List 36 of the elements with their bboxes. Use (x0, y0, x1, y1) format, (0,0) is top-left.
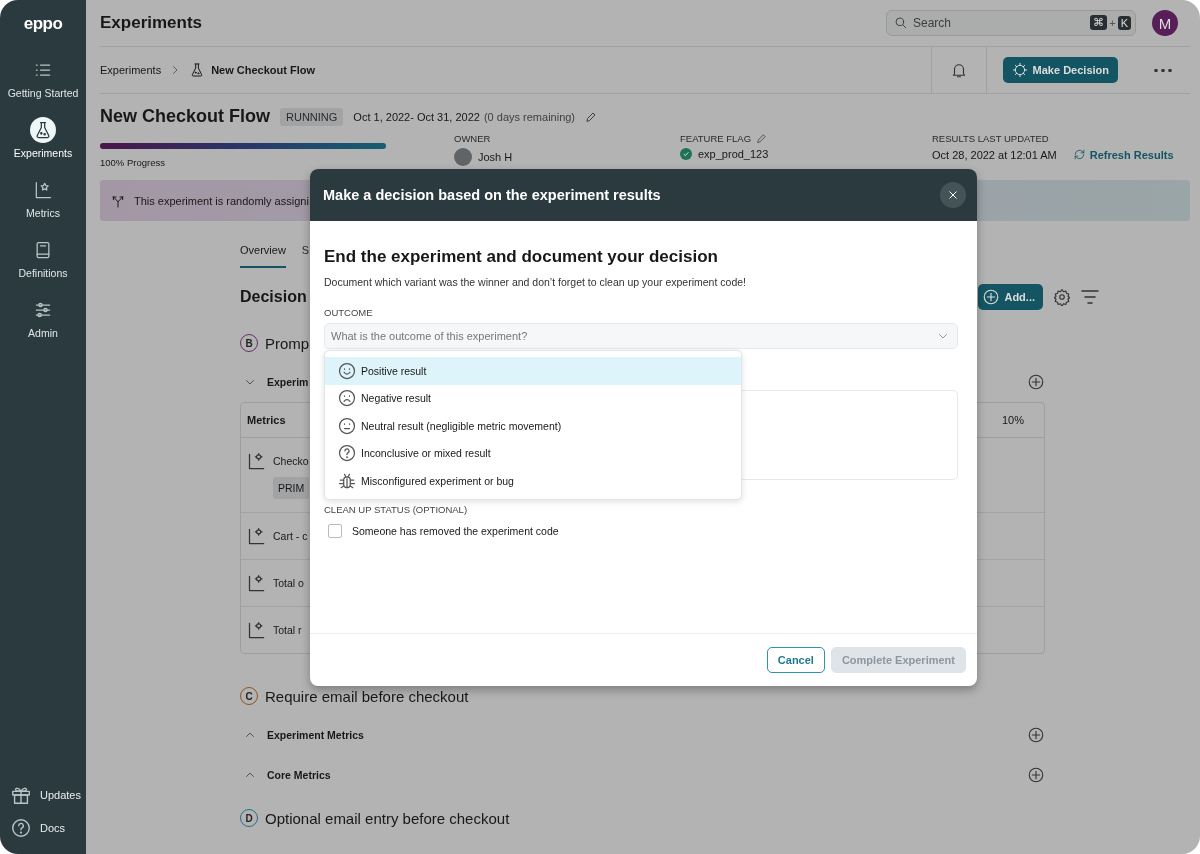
cleanup-label: CLEAN UP STATUS (OPTIONAL) (324, 504, 469, 515)
page-title: Experiments (100, 13, 203, 33)
table-header: Metrics (247, 414, 286, 426)
dialog-heading: End the experiment and document your decision (324, 247, 719, 267)
breadcrumb-current: New Checkout Flow (211, 64, 316, 76)
date-range: Oct 1, 2022- Oct 31, 2022 (353, 110, 480, 123)
variant-name: Promp (265, 334, 310, 352)
metric-tag: PRIM (273, 477, 310, 499)
progress-label: 100% Progress (100, 157, 166, 168)
metric-name: Total r (273, 624, 302, 636)
results-label: RESULTS LAST UPDATED (932, 133, 1049, 144)
owner-name: Josh H (478, 151, 513, 163)
owner-label: OWNER (454, 133, 491, 144)
feature-flag-value: exp_prod_123 (698, 148, 769, 160)
experiment-title: New Checkout Flow (100, 106, 270, 127)
dialog-description: Document which variant was the winner and don’t forget to clean up your experiment code! (324, 276, 747, 288)
shortcut-key: + (1109, 16, 1116, 29)
shortcut-key: ⌘ (1090, 15, 1108, 30)
banner-text: This experiment is randomly assigni (134, 194, 309, 207)
variant-marker: B (240, 334, 258, 352)
variant-name: Optional email entry before checkout (265, 809, 510, 827)
variant-marker: C (240, 687, 258, 705)
section-title: Decision (240, 288, 307, 306)
metric-name: Checko (273, 455, 310, 467)
variant-marker: D (240, 809, 258, 827)
results-timestamp: Oct 28, 2022 at 12:01 AM (932, 148, 1057, 161)
checkbox-label: Someone has removed the experiment code (352, 525, 559, 537)
dialog-title: Make a decision based on the experiment results (323, 187, 662, 203)
variant-name: Require email before checkout (265, 687, 469, 705)
status-badge: RUNNING (280, 107, 344, 126)
feature-flag-label: FEATURE FLAG (680, 133, 752, 144)
metric-name: Cart - c (273, 530, 308, 542)
days-remaining: (0 days remaining) (483, 110, 576, 123)
table-header: 10% (1001, 414, 1024, 426)
outcome-label: OUTCOME (324, 307, 374, 318)
metric-name: Total o (273, 577, 304, 589)
